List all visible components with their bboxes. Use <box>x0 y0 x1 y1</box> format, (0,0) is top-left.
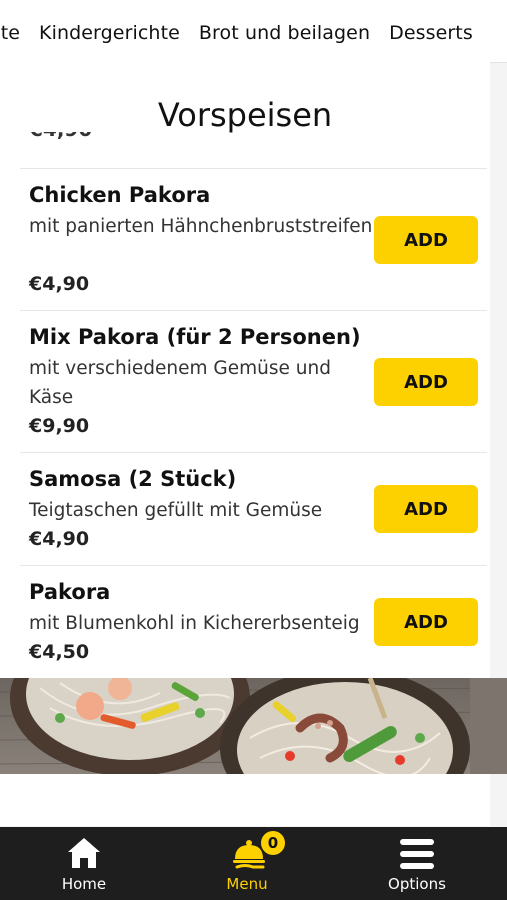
menu-item: Mix Pakora (für 2 Personen) mit verschie… <box>20 310 487 452</box>
item-description: Teigtaschen gefüllt mit Gemüse <box>29 500 323 521</box>
cart-count-badge: 0 <box>261 831 285 855</box>
category-tab-kindergerichte[interactable]: Kindergerichte <box>39 22 180 44</box>
item-price: €4,50 <box>29 641 90 663</box>
menu-list: Vorspeisen €4,90 Chicken Pakora mit pani… <box>0 62 490 678</box>
item-description: mit Blumenkohl in Kichererbsenteig <box>29 613 360 634</box>
content-bottom-spacer <box>0 774 490 826</box>
item-description: mit panierten Hähnchenbruststreifen <box>29 216 373 237</box>
add-button[interactable]: ADD <box>374 216 478 264</box>
menu-item: Chicken Pakora mit panierten Hähnchenbru… <box>20 168 487 310</box>
section-title: Vorspeisen <box>157 96 333 134</box>
item-description: mit verschiedenem Gemüse und Käse <box>29 358 331 408</box>
food-photo-illustration <box>0 678 507 774</box>
add-button[interactable]: ADD <box>374 598 478 646</box>
add-button[interactable]: ADD <box>374 485 478 533</box>
add-button[interactable]: ADD <box>374 358 478 406</box>
nav-home-label: Home <box>61 875 107 893</box>
item-price: €4,90 <box>29 528 90 550</box>
category-tab-brot-und-beilagen[interactable]: Brot und beilagen <box>199 22 370 44</box>
previous-item-price-partial: €4,90 <box>29 132 92 146</box>
item-price: €9,90 <box>29 415 90 437</box>
item-name: Samosa (2 Stück) <box>29 467 237 491</box>
food-banner-image <box>0 678 507 774</box>
menu-item: Samosa (2 Stück) Teigtaschen gefüllt mit… <box>20 452 487 565</box>
item-name: Pakora <box>29 580 111 604</box>
nav-options[interactable]: Options <box>357 827 477 900</box>
bottom-navigation-bar: Home 0 Menu Options <box>0 827 507 900</box>
item-name: Mix Pakora (für 2 Personen) <box>29 325 361 349</box>
nav-options-label: Options <box>388 875 446 893</box>
nav-menu[interactable]: 0 Menu <box>187 827 307 900</box>
hamburger-menu-icon <box>399 838 435 874</box>
item-price: €4,90 <box>29 273 90 295</box>
category-tab-bar: chte Kindergerichte Brot und beilagen Desse… <box>0 0 507 63</box>
nav-menu-label: Menu <box>226 875 268 893</box>
home-icon <box>66 836 102 874</box>
nav-home[interactable]: Home <box>24 827 144 900</box>
category-tab-desserts[interactable]: Desserts <box>389 22 473 44</box>
category-tab-partial[interactable]: chte <box>0 22 20 44</box>
item-name: Chicken Pakora <box>29 183 211 207</box>
menu-item: Pakora mit Blumenkohl in Kichererbsentei… <box>20 565 487 678</box>
